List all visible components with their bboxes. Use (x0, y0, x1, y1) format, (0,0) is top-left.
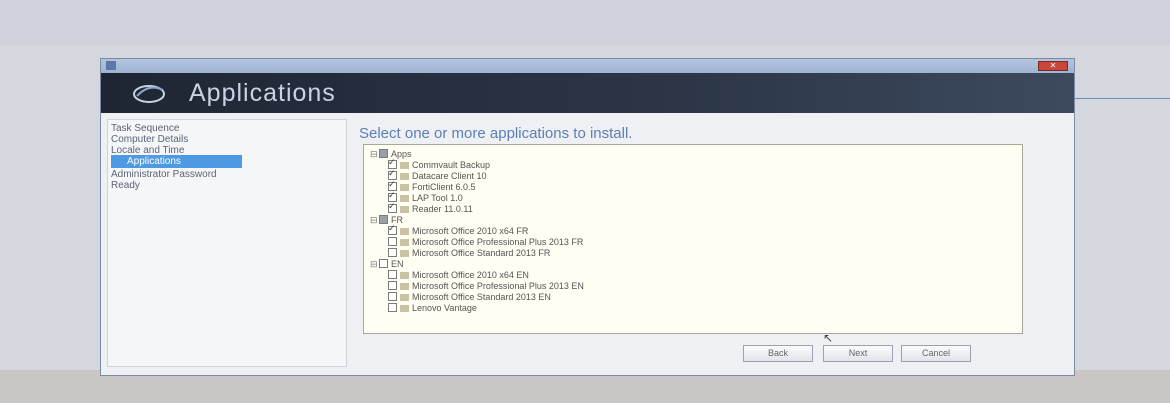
app-checkbox[interactable] (388, 281, 397, 290)
app-label: Microsoft Office Professional Plus 2013 … (412, 237, 584, 247)
tree-item[interactable]: Microsoft Office 2010 x64 FR (388, 223, 529, 237)
app-checkbox[interactable] (388, 270, 397, 279)
page-title: Applications (189, 79, 336, 107)
package-icon (400, 195, 409, 202)
app-checkbox[interactable] (388, 237, 397, 246)
package-icon (400, 184, 409, 191)
collapse-icon[interactable]: ⊟ (370, 215, 379, 226)
package-icon (400, 173, 409, 180)
tree-item[interactable]: Microsoft Office Standard 2013 FR (388, 248, 550, 259)
package-icon (400, 283, 409, 290)
app-label: Lenovo Vantage (412, 303, 477, 313)
tree-item[interactable]: Reader 11.0.11 (388, 201, 473, 215)
wizard-header: Applications (101, 73, 1074, 113)
package-icon (400, 228, 409, 235)
group-checkbox[interactable] (379, 215, 388, 224)
app-label: Commvault Backup (412, 160, 491, 170)
tree-item[interactable]: Microsoft Office Professional Plus 2013 … (388, 237, 583, 248)
tree-item[interactable]: Commvault Backup (388, 157, 491, 171)
back-button[interactable]: Back (743, 345, 813, 362)
collapse-icon[interactable]: ⊟ (370, 149, 379, 160)
package-icon (400, 272, 409, 279)
window-icon (106, 61, 116, 70)
window-titlebar[interactable]: ✕ (101, 59, 1074, 73)
app-checkbox[interactable] (388, 292, 397, 301)
app-label: Microsoft Office 2010 x64 EN (412, 270, 529, 280)
tree-item[interactable]: Microsoft Office 2010 x64 EN (388, 270, 529, 281)
group-checkbox[interactable] (379, 259, 388, 268)
app-label: Reader 11.0.11 (412, 204, 473, 214)
deployment-wizard-window: ✕ Applications Task Sequence Computer De… (100, 58, 1075, 376)
app-label: Datacare Client 10 (412, 171, 487, 181)
tree-item[interactable]: Microsoft Office Standard 2013 EN (388, 292, 551, 303)
app-checkbox[interactable] (388, 303, 397, 312)
next-button[interactable]: Next (823, 345, 893, 362)
tree-item[interactable]: Microsoft Office Professional Plus 2013 … (388, 281, 584, 292)
package-icon (400, 239, 409, 246)
app-label: Microsoft Office Standard 2013 FR (412, 248, 551, 258)
app-label: Microsoft Office Standard 2013 EN (412, 292, 551, 302)
mouse-cursor-icon: ↖ (823, 331, 834, 345)
app-checkbox[interactable] (388, 248, 397, 257)
package-icon (400, 206, 409, 213)
app-checkbox[interactable] (388, 201, 397, 213)
app-label: FortiClient 6.0.5 (412, 182, 476, 192)
package-icon (400, 294, 409, 301)
applications-tree[interactable]: ⊟Apps Commvault Backup Datacare Client 1… (363, 144, 1023, 334)
app-label: LAP Tool 1.0 (412, 193, 463, 203)
wizard-logo-icon (133, 85, 165, 103)
tree-group-en[interactable]: ⊟ EN (370, 259, 404, 270)
tree-item[interactable]: Lenovo Vantage (388, 303, 477, 314)
tree-item[interactable]: LAP Tool 1.0 (388, 190, 463, 204)
tree-group-fr[interactable]: ⊟ FR (370, 215, 403, 226)
sidebar-item-ready[interactable]: Ready (111, 179, 140, 192)
package-icon (400, 162, 409, 169)
close-button[interactable]: ✕ (1038, 61, 1068, 71)
app-label: Microsoft Office 2010 x64 FR (412, 226, 529, 236)
desktop-background-top (0, 0, 1170, 45)
collapse-icon[interactable]: ⊟ (370, 259, 379, 270)
group-checkbox[interactable] (379, 149, 388, 158)
app-checkbox[interactable] (388, 223, 397, 235)
tree-item[interactable]: FortiClient 6.0.5 (388, 179, 476, 193)
tree-item[interactable]: Datacare Client 10 (388, 168, 487, 182)
sidebar-item-applications[interactable]: Applications (111, 155, 242, 168)
tree-group-label: EN (391, 259, 404, 269)
package-icon (400, 250, 409, 257)
desktop-divider-line (1065, 98, 1170, 99)
instruction-text: Select one or more applications to insta… (359, 125, 633, 142)
wizard-steps-sidebar: Task Sequence Computer Details Locale an… (107, 119, 347, 367)
cancel-button[interactable]: Cancel (901, 345, 971, 362)
package-icon (400, 305, 409, 312)
app-label: Microsoft Office Professional Plus 2013 … (412, 281, 584, 291)
